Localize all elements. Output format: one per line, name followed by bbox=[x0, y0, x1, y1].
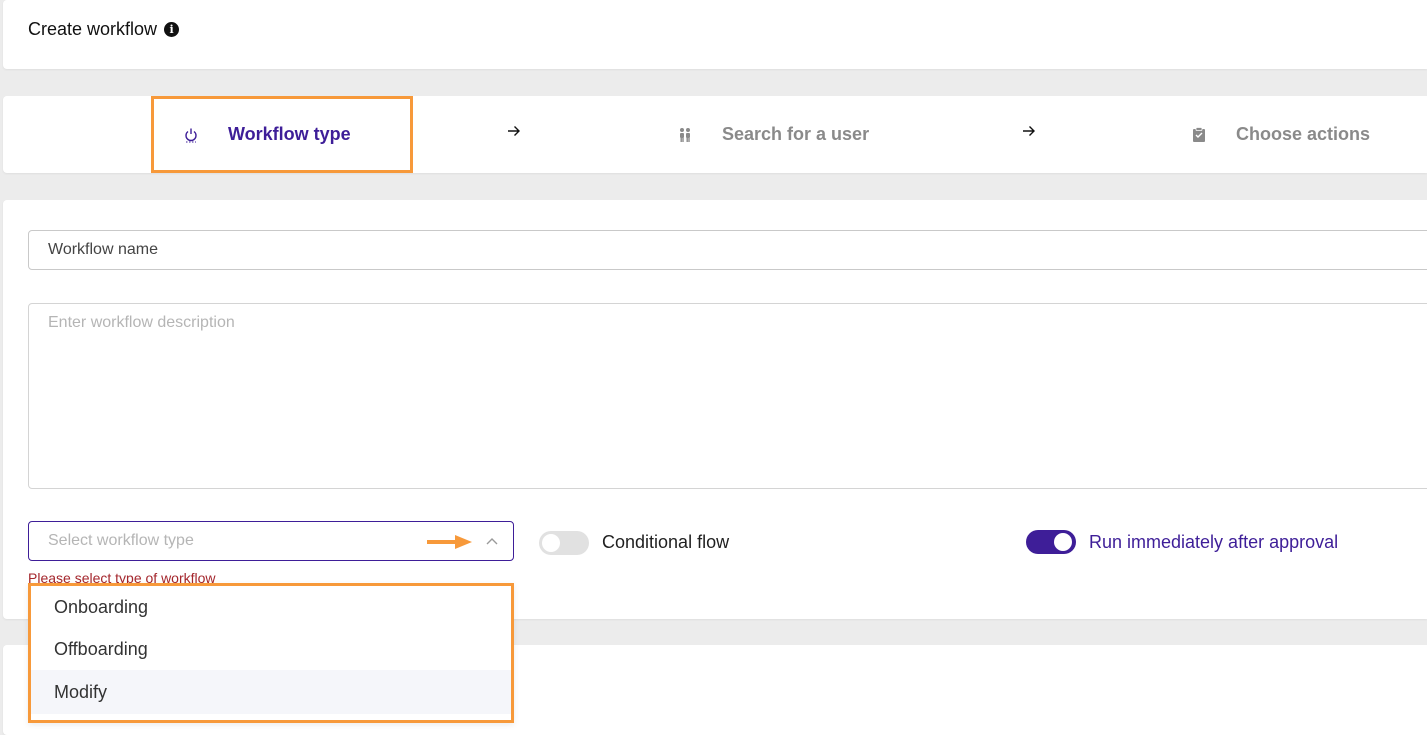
stepper: Workflow type Search for a user Choose a… bbox=[3, 96, 1427, 173]
toggle-knob bbox=[1054, 533, 1072, 551]
page-title: Create workflow i bbox=[28, 19, 180, 40]
header-card: Create workflow i bbox=[3, 0, 1427, 69]
arrow-right-icon bbox=[507, 124, 521, 142]
validation-message: Please select type of workflow bbox=[28, 570, 216, 584]
users-icon bbox=[676, 126, 694, 144]
workflow-description-input[interactable] bbox=[28, 303, 1427, 489]
annotation-arrow-icon bbox=[425, 533, 475, 556]
clipboard-icon bbox=[1190, 126, 1208, 144]
step-search-user[interactable]: Search for a user bbox=[676, 96, 869, 173]
workflow-form: Select workflow type Please select type … bbox=[3, 200, 1427, 619]
step-workflow-type[interactable]: Workflow type bbox=[151, 96, 413, 173]
info-icon[interactable]: i bbox=[164, 22, 180, 37]
option-onboarding[interactable]: Onboarding bbox=[31, 586, 511, 628]
page-title-text: Create workflow bbox=[28, 19, 158, 39]
toggle-knob bbox=[542, 534, 560, 552]
arrow-right-icon bbox=[1022, 124, 1036, 142]
power-icon bbox=[182, 126, 200, 144]
step-label: Search for a user bbox=[722, 124, 870, 144]
workflow-name-input[interactable] bbox=[28, 230, 1427, 270]
chevron-up-icon[interactable] bbox=[484, 533, 500, 554]
step-label: Choose actions bbox=[1236, 124, 1371, 144]
conditional-flow-label: Conditional flow bbox=[602, 532, 730, 552]
option-modify[interactable]: Modify bbox=[31, 670, 511, 714]
run-immediately-label: Run immediately after approval bbox=[1089, 532, 1339, 552]
conditional-flow-toggle[interactable] bbox=[539, 531, 589, 555]
workflow-type-dropdown: Onboarding Offboarding Modify bbox=[28, 583, 514, 723]
workflow-type-placeholder: Select workflow type bbox=[48, 532, 194, 549]
workflow-type-select[interactable]: Select workflow type bbox=[28, 521, 514, 561]
step-choose-actions[interactable]: Choose actions bbox=[1190, 96, 1370, 173]
option-offboarding[interactable]: Offboarding bbox=[31, 628, 511, 670]
step-label: Workflow type bbox=[228, 124, 351, 144]
run-immediately-toggle[interactable] bbox=[1026, 530, 1076, 554]
